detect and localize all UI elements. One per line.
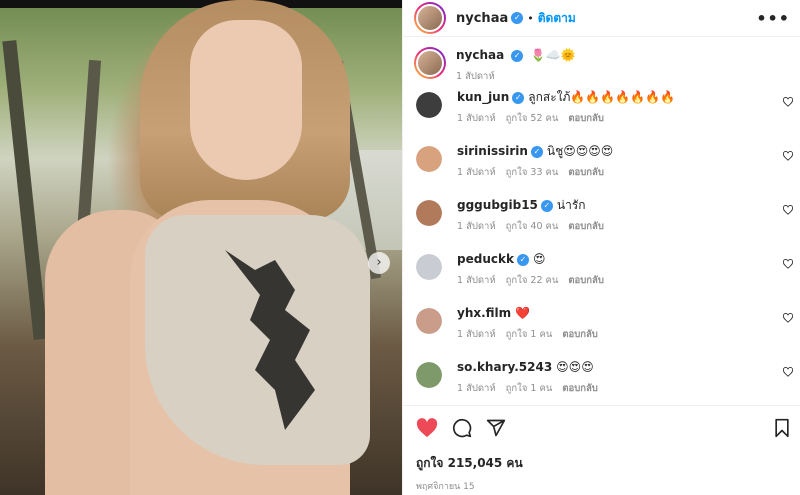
garment-print xyxy=(225,250,315,430)
comment-like-heart-icon[interactable] xyxy=(783,205,793,215)
verified-badge-icon: ✓ xyxy=(530,145,543,158)
photo-face xyxy=(190,20,302,180)
share-icon[interactable] xyxy=(486,418,506,438)
comment-time[interactable]: 1 สัปดาห์ xyxy=(457,167,496,178)
verified-badge-icon: ✓ xyxy=(540,199,553,212)
caption-text: 🌷☁️🌞 xyxy=(530,48,576,62)
comment-likes[interactable]: ถูกใจ 40 คน xyxy=(506,221,559,232)
comment-row: so.khary.5243 😍😍😍 1 สัปดาห์ ถูกใจ 1 คน ตอบกล… xyxy=(403,359,800,405)
photo-tree xyxy=(2,40,48,340)
reply-button[interactable]: ตอบกลับ xyxy=(568,275,604,286)
heart-icon[interactable] xyxy=(416,418,438,438)
comment-row: peduckk ✓ 😍 1 สัปดาห์ ถูกใจ 22 คน ตอบกลับ xyxy=(403,251,800,305)
commenter-avatar[interactable] xyxy=(416,254,442,280)
comments-list[interactable]: nychaa ✓ 🌷☁️🌞 1 สัปดาห์ kun_jun ✓ ลูกสะใภ้… xyxy=(403,37,800,405)
verified-badge-icon: ✓ xyxy=(511,12,524,24)
commenter-username[interactable]: kun_jun xyxy=(457,90,509,104)
comment-like-heart-icon[interactable] xyxy=(783,259,793,269)
comment-time[interactable]: 1 สัปดาห์ xyxy=(457,275,496,286)
comment-time[interactable]: 1 สัปดาห์ xyxy=(457,221,496,232)
post-header: nychaa ✓ • ติดตาม ••• xyxy=(403,0,800,37)
comment-icon[interactable] xyxy=(452,418,472,438)
comment-time[interactable]: 1 สัปดาห์ xyxy=(457,383,496,394)
comment-row: gggubgib15 ✓ น่ารัก 1 สัปดาห์ ถูกใจ 40 คน ตอบ… xyxy=(403,197,800,251)
post-date[interactable]: พฤศจิกายน 15 xyxy=(416,479,791,493)
carousel-next-button[interactable]: › xyxy=(368,252,390,274)
commenter-avatar[interactable] xyxy=(416,362,442,388)
caption-username[interactable]: nychaa xyxy=(456,48,504,62)
comment-time[interactable]: 1 สัปดาห์ xyxy=(457,329,496,340)
likes-count[interactable]: ถูกใจ 215,045 คน xyxy=(416,454,791,473)
author-username[interactable]: nychaa xyxy=(456,11,508,26)
comment-like-heart-icon[interactable] xyxy=(783,151,793,161)
commenter-username[interactable]: gggubgib15 xyxy=(457,198,538,212)
comment-row: yhx.film ❤️ 1 สัปดาห์ ถูกใจ 1 คน ตอบกลับ xyxy=(403,305,800,359)
reply-button[interactable]: ตอบกลับ xyxy=(568,113,604,124)
commenter-username[interactable]: so.khary.5243 xyxy=(457,360,552,374)
commenter-avatar[interactable] xyxy=(416,308,442,334)
comment-text: นิชู😍😍😍😍 xyxy=(546,144,614,158)
commenter-avatar[interactable] xyxy=(416,146,442,172)
more-options-icon[interactable]: ••• xyxy=(756,9,790,28)
comment-likes[interactable]: ถูกใจ 1 คน xyxy=(506,383,553,394)
caption: nychaa ✓ 🌷☁️🌞 1 สัปดาห์ xyxy=(403,37,800,89)
comment-time[interactable]: 1 สัปดาห์ xyxy=(457,113,496,124)
commenter-avatar[interactable] xyxy=(416,92,442,118)
comment-likes[interactable]: ถูกใจ 1 คน xyxy=(506,329,553,340)
comment-like-heart-icon[interactable] xyxy=(783,313,793,323)
reply-button[interactable]: ตอบกลับ xyxy=(562,329,598,340)
post-photo[interactable]: › xyxy=(0,0,402,495)
comment-like-heart-icon[interactable] xyxy=(783,97,793,107)
comment-text: น่ารัก xyxy=(556,198,586,212)
comment-likes[interactable]: ถูกใจ 22 คน xyxy=(506,275,559,286)
bookmark-icon[interactable] xyxy=(773,418,791,438)
reply-button[interactable]: ตอบกลับ xyxy=(568,221,604,232)
comment-row: kun_jun ✓ ลูกสะใภ้🔥🔥🔥🔥🔥🔥🔥 1 สัปดาห์ ถูกใจ 52… xyxy=(403,89,800,143)
post-actions: ถูกใจ 215,045 คน พฤศจิกายน 15 xyxy=(403,405,800,495)
caption-time[interactable]: 1 สัปดาห์ xyxy=(456,71,495,82)
author-avatar[interactable] xyxy=(414,47,446,79)
reply-button[interactable]: ตอบกลับ xyxy=(562,383,598,394)
commenter-username[interactable]: sirinissirin xyxy=(457,144,528,158)
commenter-username[interactable]: yhx.film xyxy=(457,306,511,320)
comment-like-heart-icon[interactable] xyxy=(783,367,793,377)
commenter-avatar[interactable] xyxy=(416,200,442,226)
author-avatar[interactable] xyxy=(414,2,446,34)
comment-text: ❤️ xyxy=(515,306,531,320)
verified-badge-icon: ✓ xyxy=(516,253,529,266)
comment-row: sirinissirin ✓ นิชู😍😍😍😍 1 สัปดาห์ ถูกใจ 33 ค… xyxy=(403,143,800,197)
follow-button[interactable]: ติดตาม xyxy=(538,9,576,28)
commenter-username[interactable]: peduckk xyxy=(457,252,514,266)
verified-badge-icon: ✓ xyxy=(511,49,524,62)
comment-text: 😍 xyxy=(532,252,546,266)
comment-text: 😍😍😍 xyxy=(556,360,594,374)
comment-likes[interactable]: ถูกใจ 33 คน xyxy=(506,167,559,178)
post-panel: nychaa ✓ • ติดตาม ••• nychaa ✓ 🌷☁️🌞 1 สั… xyxy=(402,0,800,495)
reply-button[interactable]: ตอบกลับ xyxy=(568,167,604,178)
comment-text: ลูกสะใภ้🔥🔥🔥🔥🔥🔥🔥 xyxy=(528,90,676,104)
separator-dot: • xyxy=(527,11,534,25)
verified-badge-icon: ✓ xyxy=(512,91,525,104)
comment-likes[interactable]: ถูกใจ 52 คน xyxy=(506,113,559,124)
